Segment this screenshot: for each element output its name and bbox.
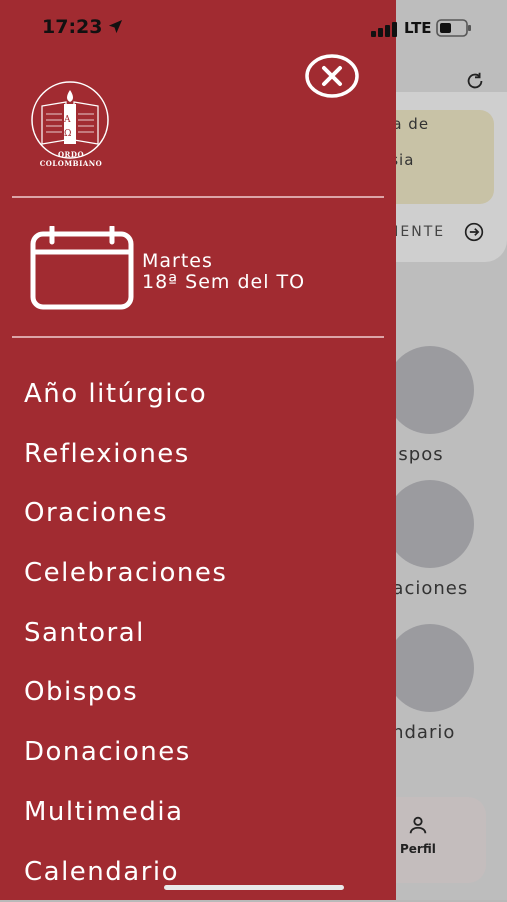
menu-item-calendario[interactable]: Calendario	[0, 842, 396, 902]
home-indicator[interactable]	[164, 885, 344, 890]
date-week: 18ª Sem del TO	[142, 271, 306, 293]
donations-button[interactable]	[386, 480, 474, 568]
menu-item-celebraciones[interactable]: Celebraciones	[0, 543, 396, 603]
menu-item-donaciones[interactable]: Donaciones	[0, 722, 396, 782]
drawer-menu: Año litúrgico Reflexiones Oraciones Cele…	[0, 364, 396, 901]
tab-profile-label: Perfil	[400, 842, 436, 856]
menu-item-santoral[interactable]: Santoral	[0, 603, 396, 663]
menu-item-obispos[interactable]: Obispos	[0, 662, 396, 722]
refresh-icon[interactable]	[464, 70, 486, 92]
menu-item-reflexiones[interactable]: Reflexiones	[0, 424, 396, 484]
middle-divider	[12, 336, 384, 338]
logo-text-line2: COLOMBIANO	[39, 159, 103, 168]
menu-item-ano-liturgico[interactable]: Año litúrgico	[0, 364, 396, 424]
logo-alpha: A	[63, 115, 71, 125]
calendar-icon	[30, 226, 134, 310]
user-icon	[409, 816, 427, 834]
arrow-right-circle-icon[interactable]	[464, 222, 484, 242]
bishops-button[interactable]	[386, 346, 474, 434]
signal-icon	[371, 22, 397, 37]
top-divider	[12, 196, 384, 198]
menu-item-multimedia[interactable]: Multimedia	[0, 782, 396, 842]
menu-item-oraciones[interactable]: Oraciones	[0, 483, 396, 543]
calendar-button[interactable]	[386, 624, 474, 712]
logo-omega: Ω	[64, 129, 71, 139]
side-drawer: A Ω ORDO COLOMBIANO Martes 18ª Sem del T…	[0, 0, 396, 900]
battery-icon	[436, 19, 471, 37]
date-day: Martes	[142, 250, 213, 272]
note-text: ría de y esia	[380, 115, 430, 169]
logo-text-line1: ORDO	[57, 150, 85, 159]
status-time: 17:23	[42, 16, 103, 38]
status-bar: 17:23 LTE	[0, 0, 507, 56]
location-arrow-icon	[108, 19, 123, 34]
close-icon[interactable]	[305, 54, 359, 98]
network-label: LTE	[404, 19, 432, 37]
